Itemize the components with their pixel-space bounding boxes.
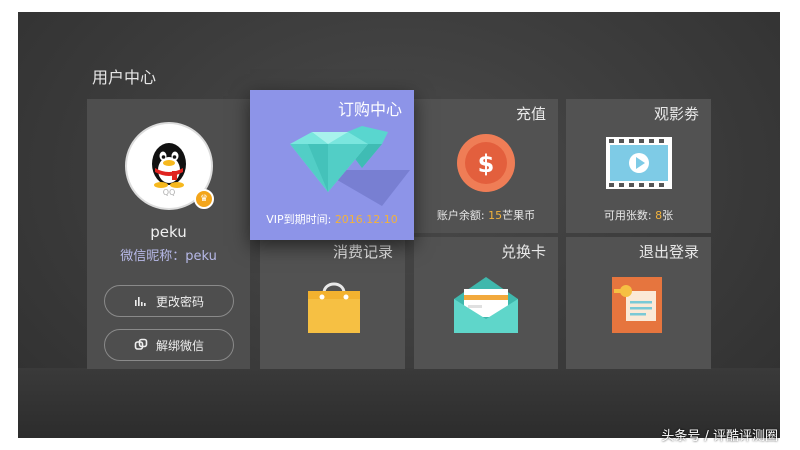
envelope-card-icon [454,277,518,333]
tickets-label: 可用张数: [603,209,652,222]
crown-icon: ♛ [194,189,214,209]
diamond-icon [290,126,410,206]
profile-card: QQ ♛ peku 微信昵称：peku 更改密码 解绑微信 [87,99,250,369]
film-strip-icon [606,137,672,189]
subscription-center-tile[interactable]: 订购中心 VIP到期时间: 2016.12.10 [250,90,414,240]
page-title: 用户中心 [92,68,157,87]
recharge-tile[interactable]: 充值 $ 账户余额: 15芒果币 [414,99,558,233]
balance-label: 账户余额: [436,209,485,222]
vip-expiry-caption: VIP到期时间: 2016.12.10 [250,211,414,227]
consumption-history-tile[interactable]: 消费记录 [260,237,405,369]
logout-tile[interactable]: 退出登录 [566,237,711,369]
redeem-card-tile[interactable]: 兑换卡 [414,237,558,369]
svg-text:$: $ [478,150,495,178]
shopping-bag-icon [308,282,360,333]
tickets-unit: 张 [662,209,674,222]
tile-title: 兑换卡 [500,243,546,261]
vip-expiry-label: VIP到期时间: [266,213,332,226]
change-password-label: 更改密码 [155,294,204,309]
movie-tickets-tile[interactable]: 观影劵 可用张数: 8张 [566,99,711,233]
balance-unit: 芒果币 [502,209,536,222]
tickets-caption: 可用张数: 8张 [566,207,711,223]
wechat-nickname: 微信昵称：peku [120,249,217,264]
tile-title: 观影劵 [653,105,699,123]
vip-expiry-date: 2016.12.10 [334,213,398,226]
change-password-button[interactable]: 更改密码 [104,285,234,317]
watermark: 头条号 / 评酷评测圈 [661,429,778,444]
logout-door-icon [612,277,662,333]
unlink-icon [134,338,148,350]
tile-title: 消费记录 [332,243,393,261]
unbind-wechat-button[interactable]: 解绑微信 [104,329,234,361]
balance-value: 15 [488,209,503,222]
tile-title: 充值 [515,105,546,123]
bars-icon [134,297,146,306]
unbind-wechat-label: 解绑微信 [155,338,204,353]
balance-caption: 账户余额: 15芒果币 [414,207,558,223]
tv-screen: 用户中心 QQ ♛ peku 微信昵称：peku 更改密码 解绑微信 订购中心 … [18,12,780,438]
dollar-coin-icon: $ [457,134,515,192]
tile-title: 退出登录 [638,243,699,261]
username: peku [150,223,187,241]
